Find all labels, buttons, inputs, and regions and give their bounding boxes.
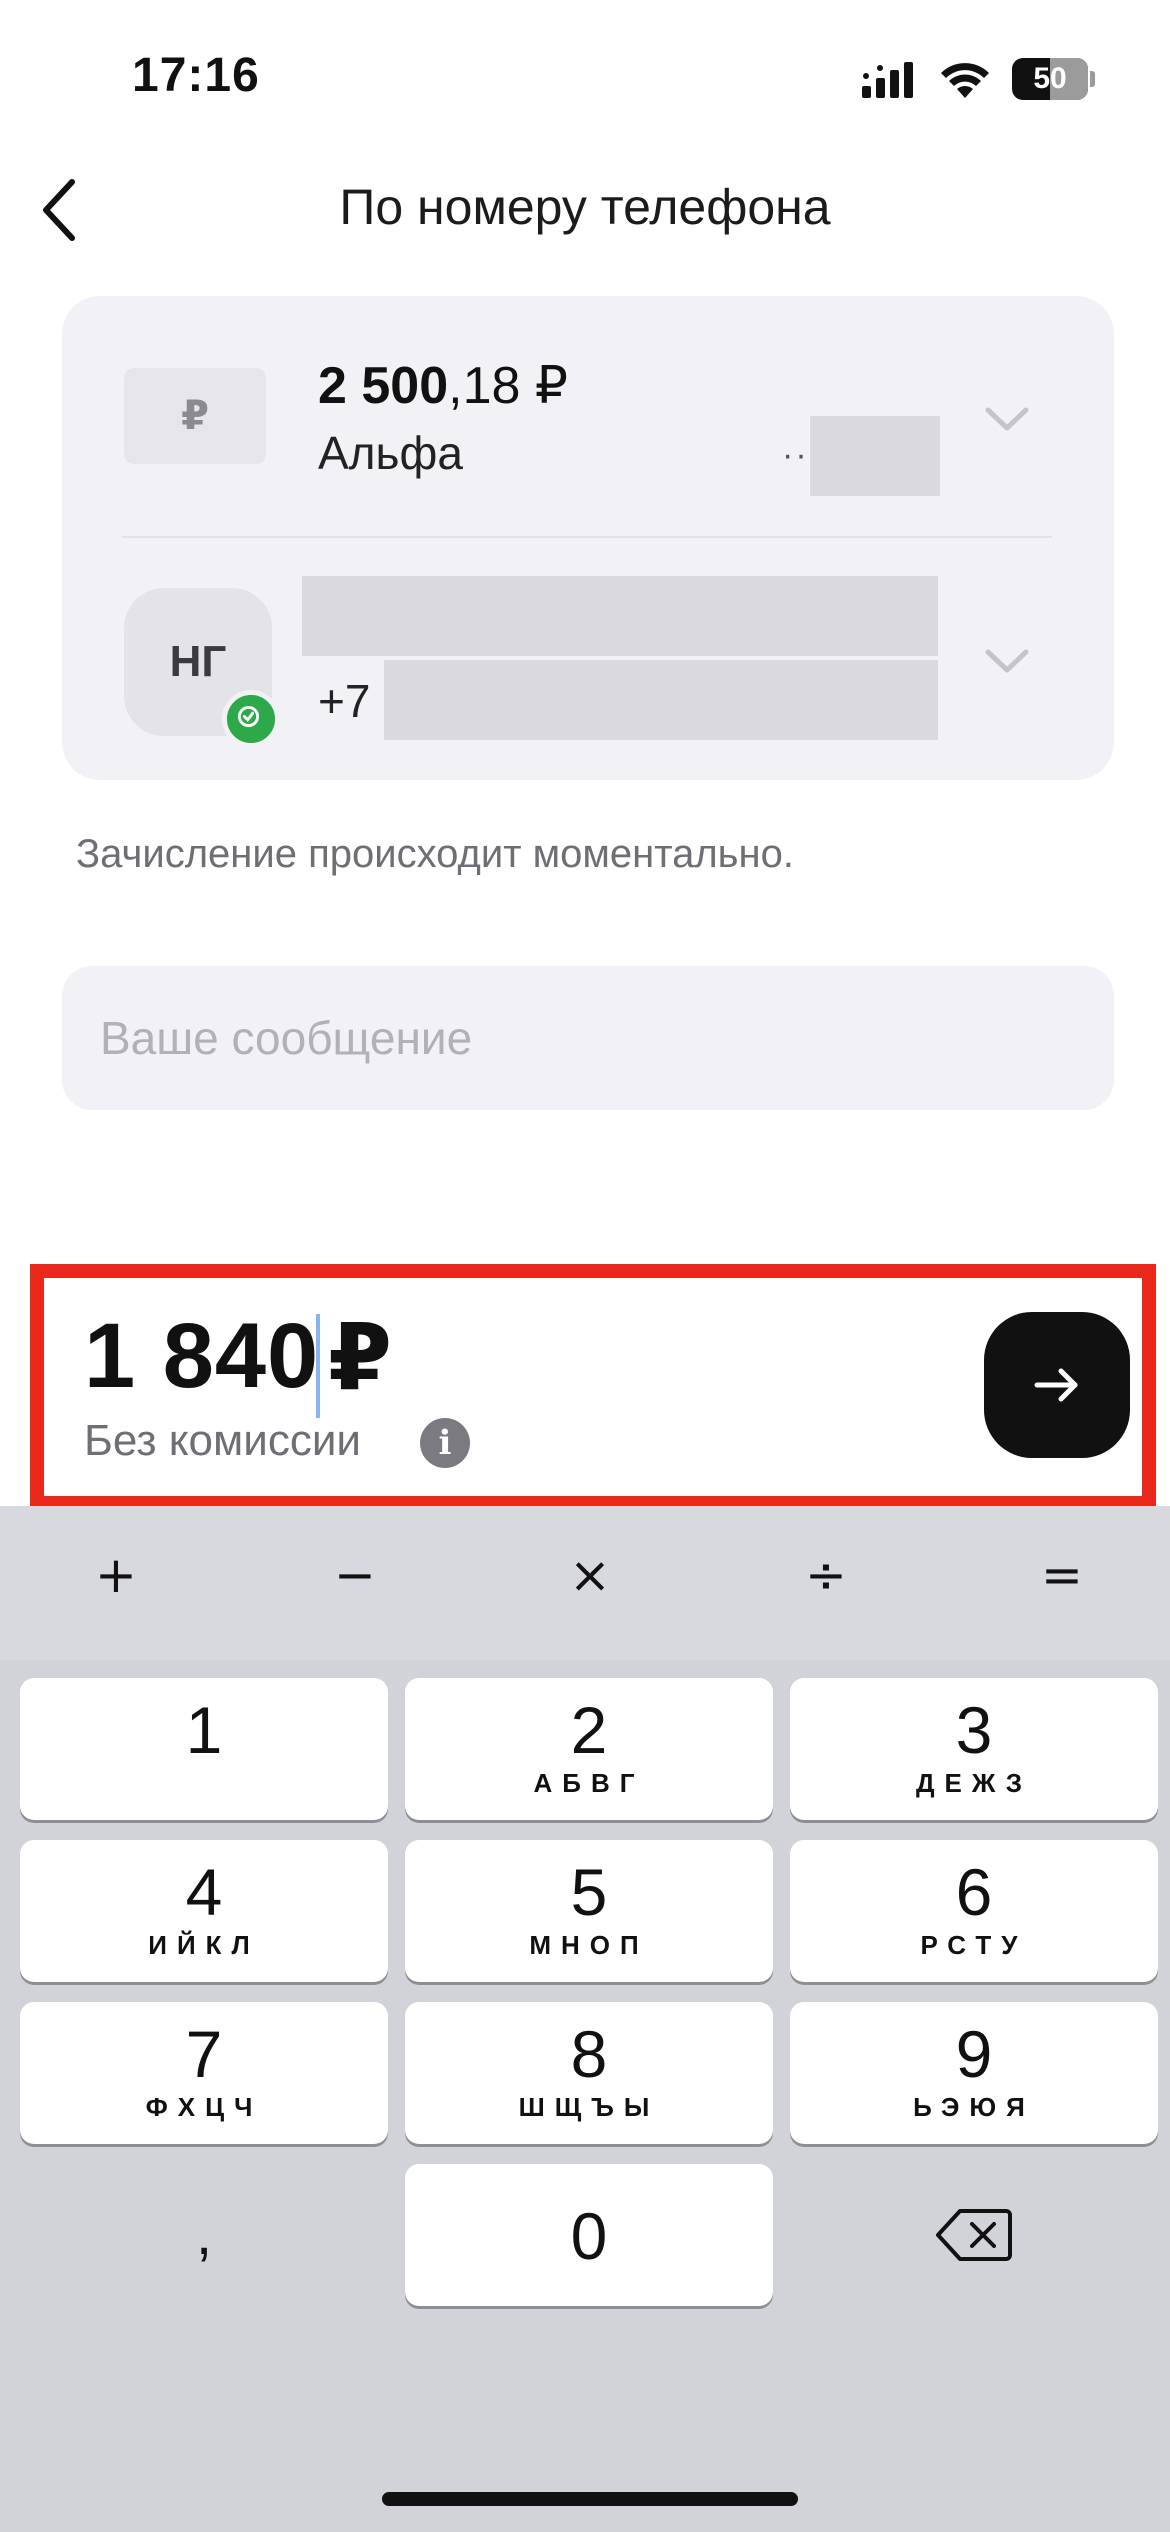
key-letters: ИЙКЛ [148, 1930, 260, 1960]
divide-key[interactable]: ÷ [766, 1546, 886, 1620]
comma-key[interactable]: , [20, 2164, 388, 2306]
key-digit: 5 [570, 1855, 608, 1929]
key-letters: АБВГ [533, 1768, 645, 1798]
account-number-dots: ·· [782, 436, 809, 474]
next-button[interactable] [984, 1312, 1130, 1458]
equals-key[interactable]: = [1002, 1546, 1122, 1620]
key-1[interactable]: 1 [20, 1678, 388, 1820]
key-letters: РСТУ [920, 1930, 1028, 1960]
signal-icon [862, 62, 913, 98]
key-letters: ЬЭЮЯ [913, 2092, 1035, 2122]
key-3[interactable]: 3 ДЕЖЗ [790, 1678, 1158, 1820]
backspace-key[interactable] [790, 2164, 1158, 2306]
key-digit: 3 [955, 1693, 993, 1767]
message-input[interactable] [100, 966, 1080, 1110]
account-balance: 2 500,18 ₽ [318, 356, 568, 416]
amount-input[interactable]: 1 840 [84, 1304, 319, 1409]
battery-icon: 50 [1012, 58, 1095, 100]
key-9[interactable]: 9 ЬЭЮЯ [790, 2002, 1158, 2144]
key-letters: ШЩЪЫ [518, 2092, 660, 2122]
operator-row: + − × ÷ = [0, 1506, 1170, 1660]
key-2[interactable]: 2 АБВГ [405, 1678, 773, 1820]
key-digit: 1 [185, 1693, 223, 1767]
amount-section: 1 840 ₽ Без комиссии i [30, 1264, 1156, 1510]
key-letters: ДЕЖЗ [916, 1768, 1032, 1798]
home-indicator [382, 2492, 798, 2506]
recipient-phone-prefix: +7 [318, 675, 371, 727]
key-digit: 9 [955, 2017, 993, 2091]
source-account-selector[interactable]: ₽ 2 500,18 ₽ Альфа ·· [62, 296, 1114, 536]
recipient-selector[interactable]: НГ +7 [62, 538, 1114, 780]
multiply-key[interactable]: × [530, 1546, 650, 1620]
message-field[interactable] [62, 966, 1114, 1110]
minus-key[interactable]: − [295, 1546, 415, 1620]
page-title: По номеру телефона [339, 179, 831, 235]
transfer-card: ₽ 2 500,18 ₽ Альфа ·· НГ +7 [62, 296, 1114, 780]
account-balance-integer: 2 500 [318, 357, 449, 415]
key-digit: 4 [185, 1855, 223, 1929]
check-circle-icon [222, 690, 280, 748]
key-letters: МНОП [529, 1930, 649, 1960]
key-digit: 6 [955, 1855, 993, 1929]
key-digit: 7 [185, 2017, 223, 2091]
arrow-right-icon [1034, 1368, 1078, 1402]
fee-label: Без комиссии [84, 1416, 361, 1465]
recipient-name-redacted [302, 576, 938, 656]
status-bar: 17:16 50 [0, 0, 1170, 150]
plus-key[interactable]: + [56, 1546, 176, 1620]
recipient-phone-redacted [384, 660, 938, 740]
wifi-icon [941, 63, 989, 98]
info-icon[interactable]: i [420, 1418, 470, 1468]
key-6[interactable]: 6 РСТУ [790, 1840, 1158, 1982]
key-7[interactable]: 7 ФХЦЧ [20, 2002, 388, 2144]
account-currency-icon: ₽ [124, 368, 266, 464]
account-number-redacted [810, 416, 940, 496]
account-name: Альфа [318, 427, 463, 479]
key-5[interactable]: 5 МНОП [405, 1840, 773, 1982]
text-cursor [316, 1314, 320, 1418]
key-letters: ФХЦЧ [145, 2092, 263, 2122]
amount-currency: ₽ [328, 1307, 393, 1409]
numeric-keyboard: + − × ÷ = 1 2 АБВГ 3 ДЕЖЗ 4 ИЙКЛ 5 МНОП … [0, 1506, 1170, 2532]
key-0[interactable]: 0 [405, 2164, 773, 2306]
backspace-icon [936, 2209, 1012, 2261]
key-digit: 0 [570, 2199, 608, 2273]
chevron-down-icon [985, 407, 1029, 431]
chevron-down-icon [985, 649, 1029, 673]
battery-level: 50 [1033, 62, 1067, 95]
transfer-info-text: Зачисление происходит моментально. [76, 832, 794, 876]
key-8[interactable]: 8 ШЩЪЫ [405, 2002, 773, 2144]
key-4[interactable]: 4 ИЙКЛ [20, 1840, 388, 1982]
status-time: 17:16 [132, 49, 260, 102]
key-digit: 8 [570, 2017, 608, 2091]
key-digit: 2 [570, 1693, 608, 1767]
account-balance-fraction: ,18 ₽ [448, 357, 568, 415]
